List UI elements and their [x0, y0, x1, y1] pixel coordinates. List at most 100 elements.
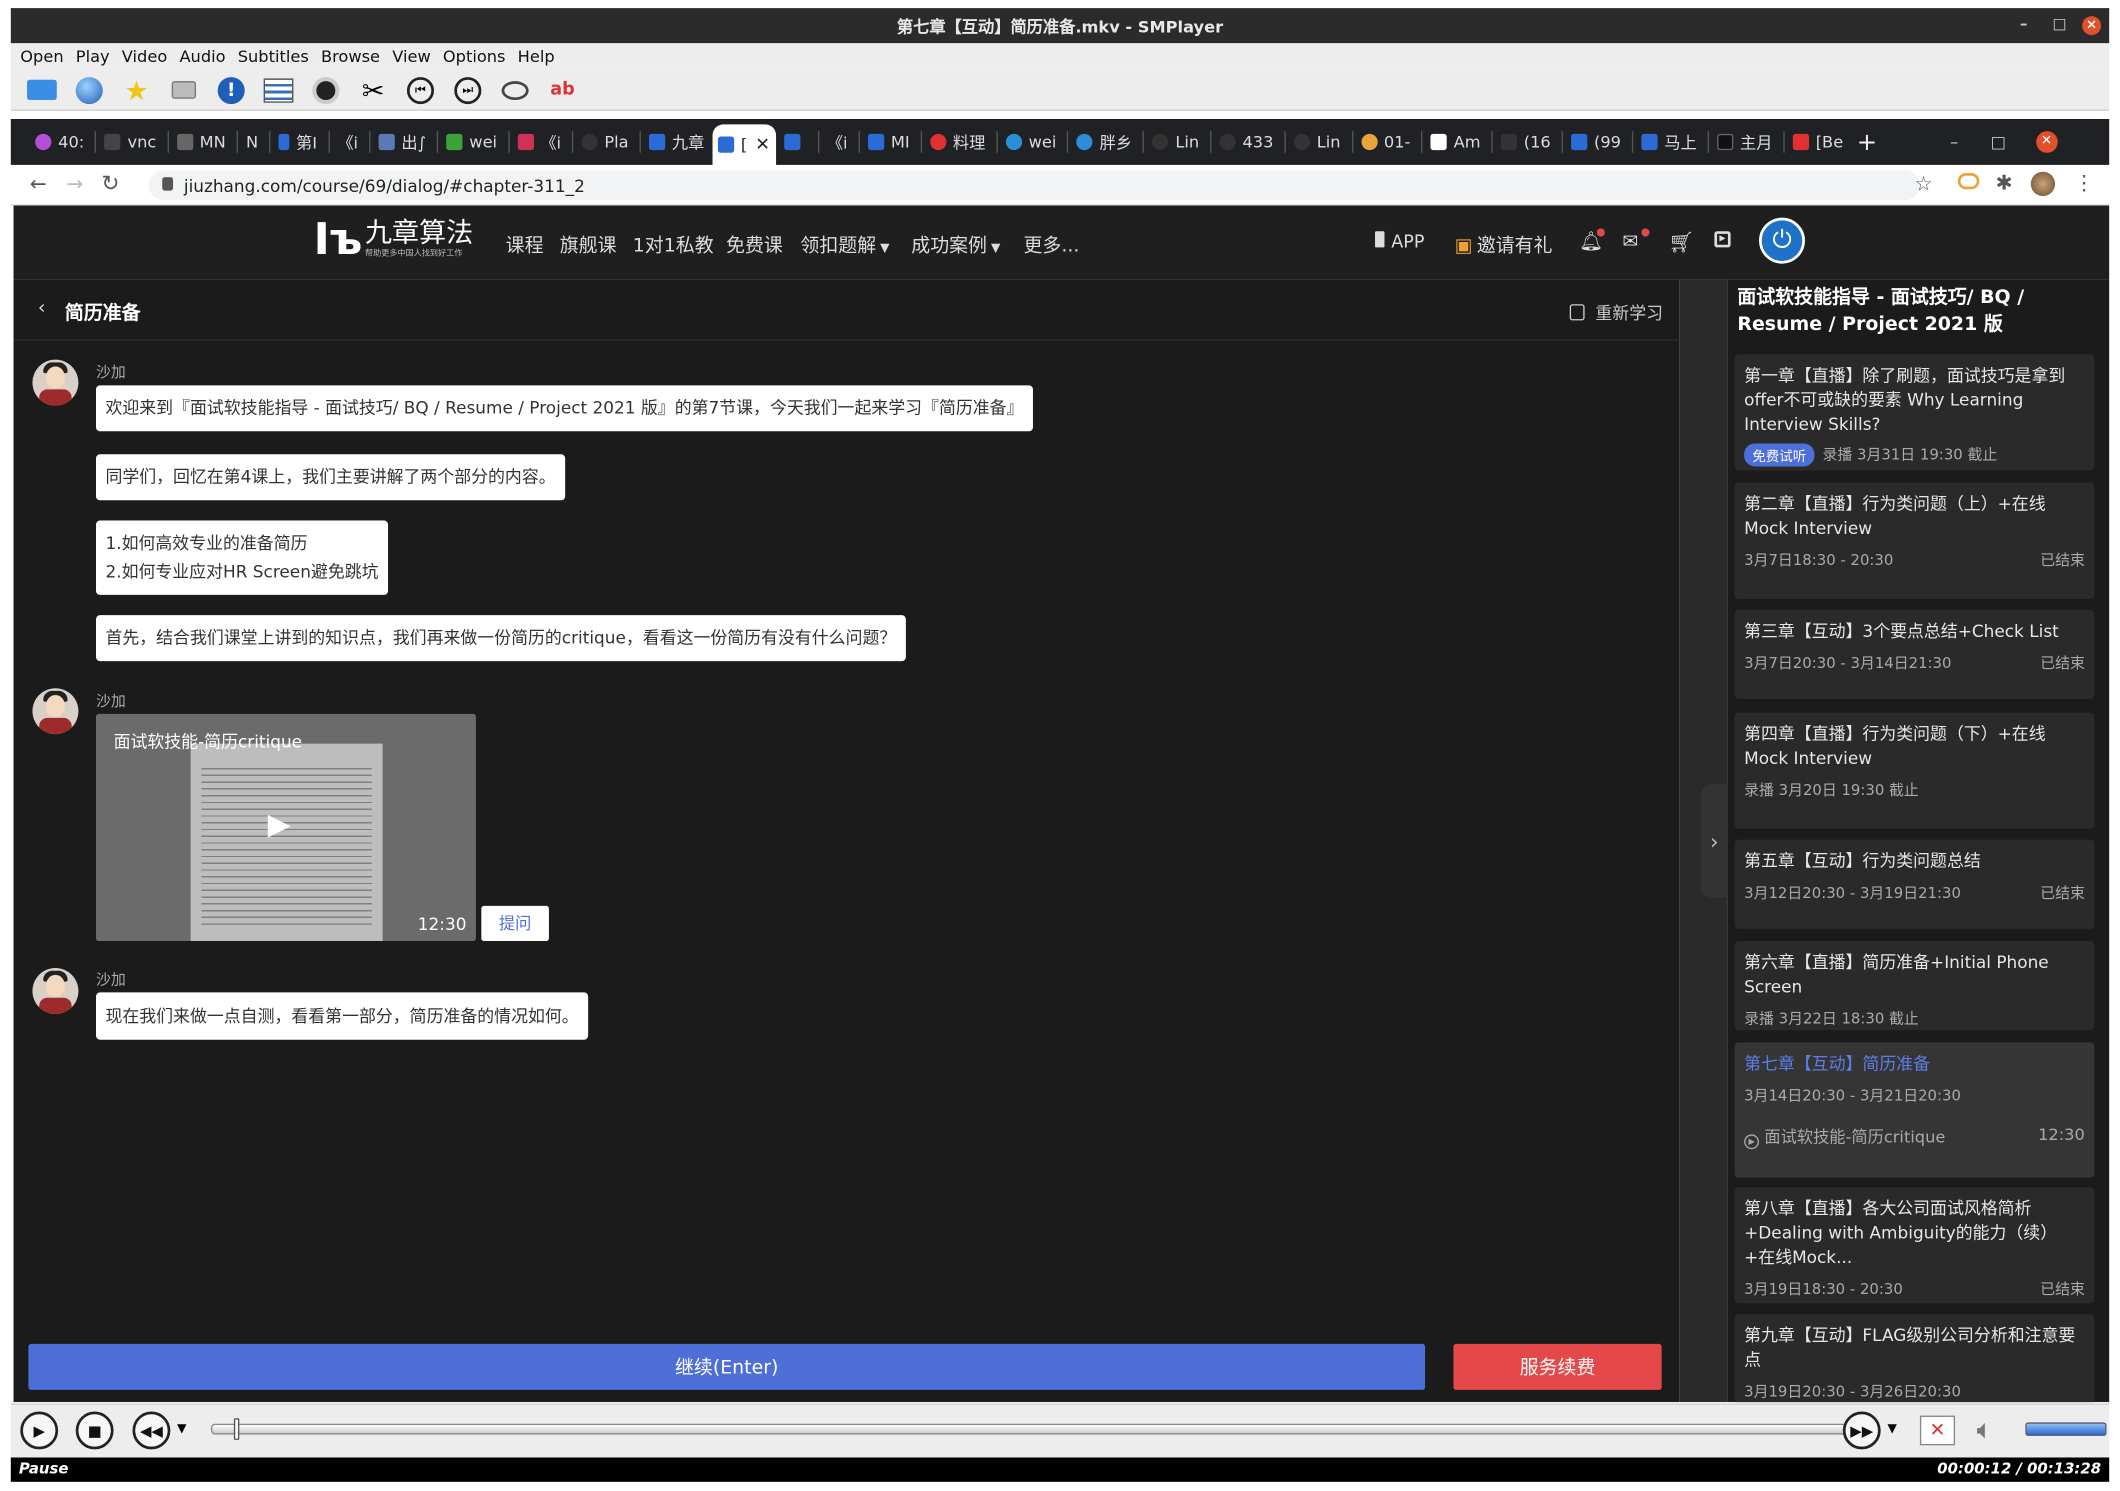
chapter-video-item[interactable]: ▶ 面试软技能-简历critique 12:30	[1744, 1125, 2085, 1150]
preferences-icon[interactable]: ✂	[357, 74, 389, 106]
playlist-icon[interactable]	[262, 75, 294, 105]
bookmark-star-icon[interactable]: ☆	[1914, 172, 1932, 196]
profile-avatar[interactable]	[2030, 171, 2056, 197]
nav-success-cases[interactable]: 成功案例 ▼	[911, 231, 1000, 258]
chapter-card[interactable]: 第五章【互动】行为类问题总结 3月12日20:30 - 3月19日21:30 已结…	[1734, 839, 2095, 929]
extension-icon[interactable]	[1957, 173, 1980, 190]
menu-audio[interactable]: Audio	[179, 47, 225, 66]
menu-options[interactable]: Options	[443, 47, 506, 66]
user-avatar[interactable]: ⏻	[1759, 217, 1805, 264]
cart-icon[interactable]: 🛒︎	[1668, 230, 1694, 254]
browser-tab[interactable]: 马上	[1636, 124, 1702, 159]
browser-tab[interactable]: 《i	[512, 124, 567, 159]
ask-button[interactable]: 提问	[481, 905, 549, 942]
message-icon[interactable]: ✉	[1622, 231, 1638, 253]
menu-subtitles[interactable]: Subtitles	[238, 47, 309, 66]
chapter-card[interactable]: 第六章【直播】简历准备+Initial Phone Screen 录播 3月22…	[1734, 941, 2095, 1031]
browser-tab[interactable]: 主月	[1712, 124, 1778, 159]
nav-invite[interactable]: ▣ 邀请有礼	[1455, 231, 1553, 258]
browser-tab[interactable]: 01-	[1355, 124, 1415, 159]
menu-browse[interactable]: Browse	[321, 47, 380, 66]
browser-tab[interactable]: 《i	[821, 124, 853, 159]
equalizer-icon[interactable]	[310, 75, 342, 105]
maximize-icon[interactable]: □	[2052, 15, 2066, 33]
browser-tab[interactable]: wei	[1000, 124, 1062, 159]
seek-handle[interactable]	[233, 1418, 240, 1440]
chapter-card-active[interactable]: 第七章【互动】简历准备 3月14日20:30 - 3月21日20:30 ▶ 面试软…	[1734, 1042, 2095, 1178]
volume-slider[interactable]	[2025, 1422, 2107, 1436]
browser-tab[interactable]: 《i	[332, 124, 364, 159]
chapter-card[interactable]: 第八章【直播】各大公司面试风格简析+Dealing with Ambiguity…	[1734, 1187, 2095, 1304]
browser-tab[interactable]: MN	[171, 124, 231, 159]
chapter-card[interactable]: 第二章【直播】行为类问题（上）+在线Mock Interview 3月7日18:…	[1734, 482, 2095, 599]
renew-service-button[interactable]: 服务续费	[1453, 1343, 1662, 1390]
reload-icon[interactable]: ↻	[101, 170, 119, 196]
browser-tab[interactable]: 胖乡	[1071, 124, 1137, 159]
rewind-menu-caret-icon[interactable]: ▼	[177, 1422, 186, 1436]
stop-button[interactable]: ■	[75, 1411, 114, 1450]
forward-menu-caret-icon[interactable]: ▼	[1887, 1422, 1896, 1436]
nav-private-tutor[interactable]: 1对1私教	[633, 231, 714, 258]
menu-help[interactable]: Help	[518, 47, 555, 66]
nav-flagship[interactable]: 旗舰课	[560, 231, 617, 258]
fullscreen-icon[interactable]: ✕	[1919, 1415, 1956, 1446]
chapter-card[interactable]: 第三章【互动】3个要点总结+Check List 3月7日20:30 - 3月1…	[1734, 609, 2095, 700]
chapter-card[interactable]: 第一章【直播】除了刷题，面试技巧是拿到offer不可或缺的要素 Why Lear…	[1734, 354, 2095, 471]
open-folder-icon[interactable]	[26, 75, 58, 105]
nav-free-courses[interactable]: 免费课	[726, 231, 783, 258]
browser-tab[interactable]: Lin	[1288, 124, 1346, 159]
play-button[interactable]: ▶	[20, 1411, 59, 1450]
seek-bar[interactable]	[210, 1418, 1847, 1440]
browser-tab[interactable]: MI	[862, 124, 915, 159]
browser-tab[interactable]	[778, 124, 812, 159]
nav-app[interactable]: APP	[1375, 231, 1424, 253]
close-icon[interactable]: ×	[2082, 16, 2102, 36]
browser-maximize-icon[interactable]: □	[1985, 124, 2011, 159]
browser-tab[interactable]: Pla	[576, 124, 634, 159]
back-chevron-icon[interactable]: ‹	[38, 297, 46, 319]
browser-close-icon[interactable]: ✕	[2030, 124, 2062, 159]
next-icon[interactable]: ⏭	[452, 75, 484, 105]
play-icon[interactable]: ▶	[268, 809, 291, 843]
subtitles-icon[interactable]	[499, 75, 531, 105]
browser-tab[interactable]: 九章	[643, 124, 709, 159]
minimize-icon[interactable]: –	[2020, 15, 2027, 33]
browser-tab[interactable]: 40:	[30, 124, 90, 159]
tab-close-icon[interactable]: ✕	[755, 135, 770, 155]
favorites-icon[interactable]: ★	[120, 74, 152, 106]
chapter-card[interactable]: 第九章【互动】FLAG级别公司分析和注意要点 3月19日20:30 - 3月26…	[1734, 1314, 2095, 1403]
browser-tab[interactable]: 第Ⅰ	[273, 124, 322, 159]
browser-tab[interactable]: [Be	[1787, 124, 1848, 159]
nav-more[interactable]: 更多...	[1023, 231, 1079, 258]
browser-tab[interactable]: vnc	[99, 124, 162, 159]
nav-courses[interactable]: 课程	[506, 231, 544, 258]
browser-tab[interactable]: (99	[1566, 124, 1627, 159]
new-tab-button[interactable]: +	[1851, 124, 1882, 159]
continue-button[interactable]: 继续(Enter)	[28, 1343, 1426, 1390]
browser-tab[interactable]: Lin	[1147, 124, 1205, 159]
sidebar-toggle-chevron-icon[interactable]: ›	[1700, 784, 1728, 898]
browser-tab[interactable]: 料理	[925, 124, 991, 159]
menu-view[interactable]: View	[392, 47, 431, 66]
browser-tab[interactable]: wei	[441, 124, 503, 159]
browser-tab[interactable]: 433	[1214, 124, 1279, 159]
chapter-card[interactable]: 第四章【直播】行为类问题（下）+在线Mock Interview 录播 3月20…	[1734, 712, 2095, 829]
browser-tab-active[interactable]: [✕	[712, 124, 776, 165]
browser-tab[interactable]: (16	[1495, 124, 1556, 159]
volume-icon[interactable]: 🔈︎	[1977, 1413, 1993, 1445]
browser-tab[interactable]: Am	[1425, 124, 1486, 159]
browser-minimize-icon[interactable]: –	[1945, 124, 1964, 159]
previous-icon[interactable]: ⏮	[404, 75, 436, 105]
back-icon[interactable]: ←	[30, 172, 47, 196]
open-url-icon[interactable]	[73, 75, 105, 105]
nav-solutions[interactable]: 领扣题解 ▼	[800, 231, 889, 258]
extensions-puzzle-icon[interactable]: ✱	[1996, 170, 2013, 194]
browser-tab[interactable]: N	[241, 124, 264, 159]
site-logo[interactable]: Ӏъ 九章算法 帮助更多中国人找到好工作	[314, 216, 473, 262]
audio-track-icon[interactable]: ab	[546, 75, 578, 105]
menu-play[interactable]: Play	[76, 47, 110, 66]
browser-menu-icon[interactable]: ⋮	[2074, 170, 2094, 194]
video-card[interactable]: 面试软技能-简历critique ▶ 12:30	[95, 713, 476, 942]
forward-button[interactable]: ▶▶	[1842, 1411, 1881, 1450]
restart-button[interactable]: 重新学习	[1569, 299, 1663, 325]
